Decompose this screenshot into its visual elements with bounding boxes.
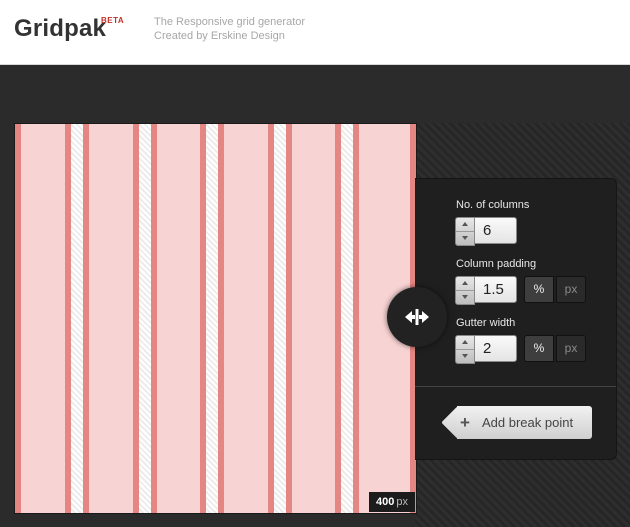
columns-stepper[interactable] (455, 217, 475, 246)
preview-width-value: 400 (376, 496, 395, 508)
gutter (341, 124, 353, 513)
column-padding (353, 124, 359, 513)
header-bar: Gridpak BETA The Responsive grid generat… (0, 0, 630, 65)
plus-icon: + (460, 413, 470, 432)
padding-label: Column padding (456, 258, 537, 270)
column-padding (83, 124, 89, 513)
grid-column (218, 124, 274, 513)
columns-decrement-icon[interactable] (456, 232, 474, 245)
columns-label: No. of columns (456, 199, 530, 211)
column-padding (200, 124, 206, 513)
columns-input[interactable]: 6 (474, 217, 517, 244)
column-padding (133, 124, 139, 513)
app-logo[interactable]: Gridpak (14, 15, 106, 43)
gutter (71, 124, 83, 513)
resize-horizontal-icon (405, 309, 429, 325)
grid-column (15, 124, 71, 513)
column-padding (268, 124, 274, 513)
gutter (139, 124, 151, 513)
gutter-label: Gutter width (456, 317, 516, 329)
padding-unit-px-button[interactable]: px (556, 276, 586, 303)
gutter-stepper[interactable] (455, 335, 475, 364)
padding-unit-percent-button[interactable]: % (524, 276, 554, 303)
column-padding (218, 124, 224, 513)
tagline-line-2: Created by Erskine Design (154, 30, 285, 42)
column-padding (286, 124, 292, 513)
add-breakpoint-button[interactable]: + Add break point (441, 406, 592, 439)
preview-width-unit: px (396, 496, 408, 508)
gutter-unit-percent-button[interactable]: % (524, 335, 554, 362)
resize-handle[interactable] (387, 287, 447, 347)
column-padding (335, 124, 341, 513)
grid-preview (14, 123, 417, 514)
column-padding (65, 124, 71, 513)
gutter-unit-px-button[interactable]: px (556, 335, 586, 362)
padding-stepper[interactable] (455, 276, 475, 305)
gutter (274, 124, 286, 513)
tagline: The Responsive grid generator Created by… (154, 15, 305, 43)
add-breakpoint-label: Add break point (482, 415, 574, 430)
panel-divider (415, 386, 616, 387)
preview-width-label: 400 px (369, 492, 415, 512)
gutter-increment-icon[interactable] (456, 336, 474, 350)
gutter-decrement-icon[interactable] (456, 350, 474, 363)
tagline-line-1: The Responsive grid generator (154, 16, 306, 28)
grid-column (286, 124, 341, 513)
beta-badge: BETA (101, 16, 125, 25)
gutter (206, 124, 218, 513)
column-padding (151, 124, 157, 513)
grid-column (151, 124, 206, 513)
columns-increment-icon[interactable] (456, 218, 474, 232)
grid-column (83, 124, 139, 513)
padding-input[interactable]: 1.5 (474, 276, 517, 303)
column-padding (15, 124, 21, 513)
padding-increment-icon[interactable] (456, 277, 474, 291)
padding-decrement-icon[interactable] (456, 291, 474, 304)
gutter-input[interactable]: 2 (474, 335, 517, 362)
